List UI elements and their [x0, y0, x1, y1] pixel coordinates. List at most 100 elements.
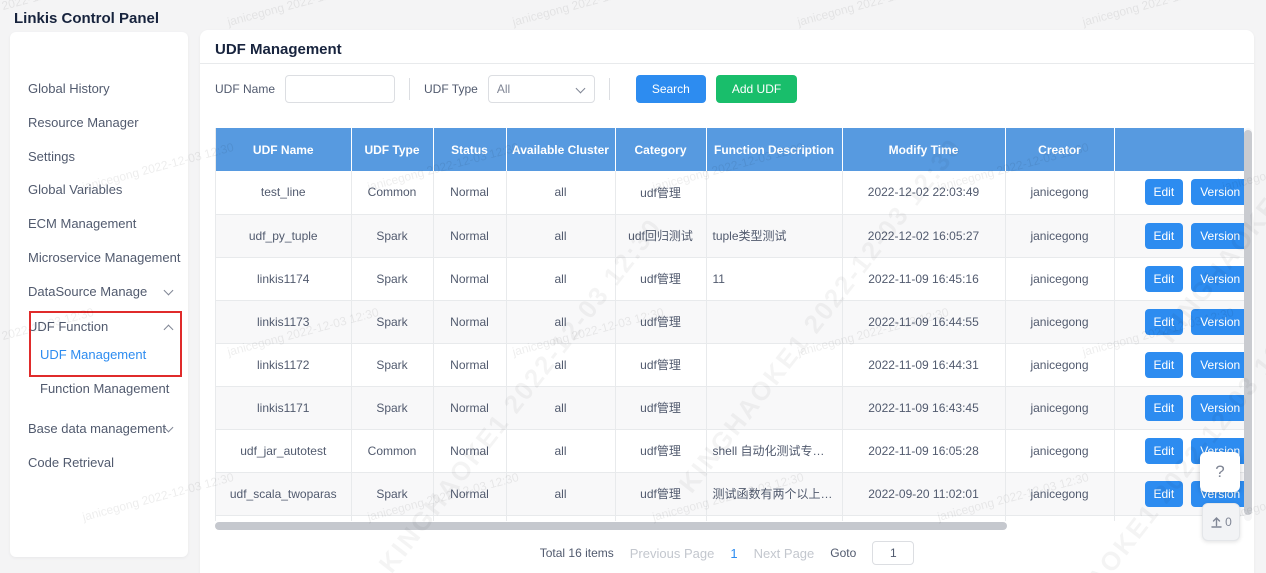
sidebar-item-code-retrieval[interactable]: Code Retrieval — [10, 446, 188, 480]
sidebar-item-base-data-management[interactable]: Base data management — [10, 412, 188, 446]
sidebar-item-global-variables[interactable]: Global Variables — [10, 173, 188, 207]
cell-status: Normal — [433, 429, 506, 472]
edit-button[interactable]: Edit — [1145, 438, 1184, 464]
edit-button[interactable]: Edit — [1145, 309, 1184, 335]
sidebar-item-global-history[interactable]: Global History — [10, 72, 188, 106]
sidebar-item-label: Global Variables — [28, 182, 122, 197]
table-row: linkis1172SparkNormalalludf管理2022-11-09 … — [216, 343, 1244, 386]
watermark-text: janicegong 2022-12-03 12:30 — [226, 0, 380, 29]
sidebar-item-label: Resource Manager — [28, 115, 139, 130]
cell-category: udf管理 — [615, 343, 706, 386]
sidebar-item-microservice-management[interactable]: Microservice Management — [10, 241, 188, 275]
next-page-button[interactable]: Next Page — [754, 546, 815, 561]
cell-status: Normal — [433, 386, 506, 429]
sidebar-item-function-management[interactable]: Function Management — [10, 372, 188, 406]
sidebar-item-label: ECM Management — [28, 216, 136, 231]
help-button[interactable]: ? — [1200, 452, 1240, 492]
main-panel: UDF Management UDF Name UDF Type All Sea… — [200, 30, 1254, 573]
edit-button[interactable]: Edit — [1145, 352, 1184, 378]
table-row: udf_scala_twoparasSparkNormalalludf管理测试函… — [216, 472, 1244, 515]
page-number-1[interactable]: 1 — [730, 546, 737, 561]
column-header-creator: Creator — [1005, 128, 1114, 171]
cell-modify_time: 2022-09-20 11:02:01 — [842, 472, 1005, 515]
edit-button[interactable]: Edit — [1145, 223, 1184, 249]
table-vertical-scrollbar[interactable] — [1244, 128, 1252, 521]
cell-creator: janicegong — [1005, 300, 1114, 343]
cell-actions: Edit Version List — [1114, 214, 1244, 257]
sidebar-item-label: Code Retrieval — [28, 455, 114, 470]
search-button[interactable]: Search — [636, 75, 706, 103]
cell-cluster: all — [506, 343, 615, 386]
table-row: linkis1174SparkNormalalludf管理112022-11-0… — [216, 257, 1244, 300]
udf-table-container: UDF NameUDF TypeStatusAvailable ClusterC… — [215, 128, 1244, 521]
version-list-button[interactable]: Version List — [1191, 395, 1244, 421]
cell-empty — [216, 515, 351, 521]
cell-status: Normal — [433, 300, 506, 343]
horizontal-scrollbar-thumb[interactable] — [215, 522, 1007, 530]
edit-button[interactable]: Edit — [1145, 481, 1184, 507]
app-title: Linkis Control Panel — [14, 10, 159, 27]
udf-name-input[interactable] — [285, 75, 395, 103]
table-header-row: UDF NameUDF TypeStatusAvailable ClusterC… — [216, 128, 1244, 171]
cell-cluster: all — [506, 300, 615, 343]
edit-button[interactable]: Edit — [1145, 395, 1184, 421]
sidebar-item-label: UDF Function — [28, 319, 108, 334]
cell-description — [706, 343, 842, 386]
cell-creator: janicegong — [1005, 386, 1114, 429]
column-header-udf-type: UDF Type — [351, 128, 433, 171]
filter-bar: UDF Name UDF Type All Search Add UDF — [215, 75, 797, 103]
sidebar-item-label: DataSource Manage — [28, 284, 147, 299]
cell-modify_time: 2022-12-02 22:03:49 — [842, 171, 1005, 214]
version-list-button[interactable]: Version List — [1191, 223, 1244, 249]
sidebar-item-udf-management[interactable]: UDF Management — [10, 338, 188, 372]
version-list-button[interactable]: Version List — [1191, 179, 1244, 205]
table-row-partial — [216, 515, 1244, 521]
sidebar-item-ecm-management[interactable]: ECM Management — [10, 207, 188, 241]
cell-actions: Edit Version List — [1114, 386, 1244, 429]
udf-name-label: UDF Name — [215, 82, 275, 96]
cell-empty — [706, 515, 842, 521]
table-horizontal-scrollbar[interactable] — [215, 522, 1244, 530]
cell-description: 测试函数有两个以上入参... — [706, 472, 842, 515]
sidebar-item-datasource-manage[interactable]: DataSource Manage — [10, 275, 188, 309]
cell-description — [706, 300, 842, 343]
add-udf-button[interactable]: Add UDF — [716, 75, 797, 103]
cell-actions: Edit Version List — [1114, 257, 1244, 300]
cell-udf_type: Spark — [351, 257, 433, 300]
version-list-button[interactable]: Version List — [1191, 352, 1244, 378]
cell-udf_name: linkis1171 — [216, 386, 351, 429]
udf-type-select[interactable]: All — [488, 75, 595, 103]
edit-button[interactable]: Edit — [1145, 179, 1184, 205]
udf-table: UDF NameUDF TypeStatusAvailable ClusterC… — [216, 128, 1244, 521]
cell-udf_type: Spark — [351, 343, 433, 386]
cell-udf_type: Spark — [351, 300, 433, 343]
cell-actions: Edit Version List — [1114, 343, 1244, 386]
table-row: udf_py_tupleSparkNormalalludf回归测试tuple类型… — [216, 214, 1244, 257]
version-list-button[interactable]: Version List — [1191, 309, 1244, 335]
cell-creator: janicegong — [1005, 429, 1114, 472]
udf-type-label: UDF Type — [424, 82, 478, 96]
cell-actions: Edit Version List — [1114, 171, 1244, 214]
column-header-available-cluster: Available Cluster — [506, 128, 615, 171]
filter-divider-2 — [609, 78, 610, 100]
title-divider — [200, 63, 1254, 64]
cell-empty — [842, 515, 1005, 521]
vertical-scrollbar-thumb[interactable] — [1244, 130, 1252, 515]
goto-page-input[interactable] — [872, 541, 914, 565]
edit-button[interactable]: Edit — [1145, 266, 1184, 292]
cell-status: Normal — [433, 257, 506, 300]
previous-page-button[interactable]: Previous Page — [630, 546, 715, 561]
sidebar-item-resource-manager[interactable]: Resource Manager — [10, 106, 188, 140]
cell-status: Normal — [433, 472, 506, 515]
cell-modify_time: 2022-11-09 16:43:45 — [842, 386, 1005, 429]
version-list-button[interactable]: Version List — [1191, 266, 1244, 292]
cell-cluster: all — [506, 171, 615, 214]
upload-status-widget[interactable]: 0 — [1202, 503, 1240, 541]
sidebar-item-settings[interactable]: Settings — [10, 140, 188, 174]
cell-modify_time: 2022-11-09 16:45:16 — [842, 257, 1005, 300]
cell-category: udf管理 — [615, 472, 706, 515]
watermark-text: janicegong 2022-12-03 12:30 — [1081, 0, 1235, 29]
cell-udf_type: Spark — [351, 472, 433, 515]
chevron-down-icon — [164, 286, 174, 296]
table-row: udf_jar_autotestCommonNormalalludf管理shel… — [216, 429, 1244, 472]
